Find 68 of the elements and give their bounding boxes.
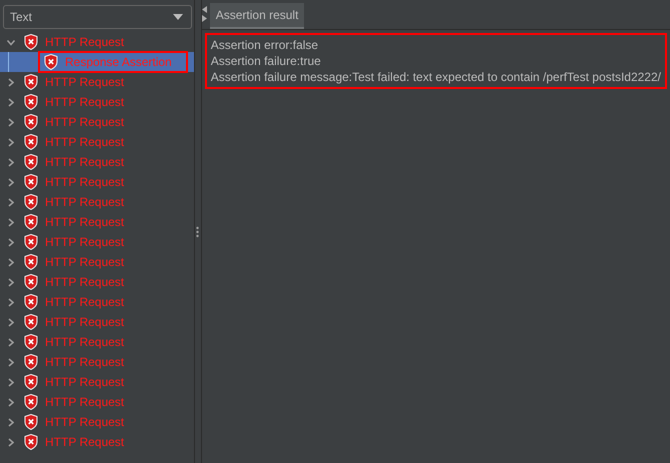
tree-item[interactable]: HTTP Request [20, 133, 128, 151]
chevron-icon[interactable] [8, 298, 14, 306]
splitter-handle-icon[interactable] [196, 226, 200, 238]
chevron-icon[interactable] [8, 158, 14, 166]
chevron-icon[interactable] [8, 118, 14, 126]
tree-item[interactable]: HTTP Request [20, 253, 128, 271]
tree-item[interactable]: HTTP Request [20, 353, 128, 371]
chevron-icon[interactable] [8, 98, 14, 106]
error-shield-icon [44, 54, 58, 70]
chevron-icon[interactable] [8, 418, 14, 426]
error-shield-icon [24, 194, 38, 210]
tree-item[interactable]: HTTP Request [20, 233, 128, 251]
error-shield-icon [24, 334, 38, 350]
result-line: Assertion failure:true [210, 53, 322, 69]
tree-item[interactable]: HTTP Request [20, 293, 128, 311]
error-shield-icon [24, 414, 38, 430]
error-shield-icon [24, 154, 38, 170]
error-shield-icon [24, 134, 38, 150]
chevron-icon[interactable] [8, 318, 14, 326]
error-shield-icon [24, 274, 38, 290]
chevron-icon[interactable] [8, 378, 14, 386]
error-shield-icon [24, 34, 38, 50]
error-shield-icon [24, 174, 38, 190]
tree-item[interactable]: HTTP Request [20, 413, 128, 431]
tree-item[interactable]: HTTP Request [20, 73, 128, 91]
chevron-icon[interactable] [8, 358, 14, 366]
chevron-icon[interactable] [8, 78, 14, 86]
error-shield-icon [24, 114, 38, 130]
view-dropdown[interactable]: Text [3, 5, 192, 29]
error-shield-icon [24, 74, 38, 90]
tab[interactable]: Assertion result [210, 3, 304, 29]
error-shield-icon [24, 254, 38, 270]
error-shield-icon [24, 394, 38, 410]
tree-item[interactable]: HTTP Request [20, 213, 128, 231]
tree-item[interactable]: HTTP Request [20, 153, 128, 171]
error-shield-icon [24, 94, 38, 110]
tree-item[interactable]: HTTP Request [20, 373, 128, 391]
tree-item[interactable]: HTTP Request [20, 313, 128, 331]
tree-item[interactable]: HTTP Request [20, 33, 128, 51]
chevron-icon[interactable] [8, 138, 14, 146]
error-shield-icon [24, 354, 38, 370]
chevron-icon[interactable] [8, 218, 14, 226]
error-shield-icon [24, 294, 38, 310]
error-shield-icon [24, 234, 38, 250]
tree-item[interactable]: HTTP Request [20, 93, 128, 111]
chevron-icon[interactable] [8, 178, 14, 186]
chevron-icon[interactable] [8, 338, 14, 346]
result-line: Assertion failure message:Test failed: text expected to contain /perfTest postsId2222/ [210, 69, 661, 85]
result-line: Assertion error:false [210, 37, 320, 53]
error-shield-icon [24, 314, 38, 330]
tree-item[interactable]: HTTP Request [20, 433, 128, 451]
chevron-icon[interactable] [6, 39, 16, 45]
error-shield-icon [24, 434, 38, 450]
error-shield-icon [24, 214, 38, 230]
chevron-icon[interactable] [8, 238, 14, 246]
chevron-icon[interactable] [8, 278, 14, 286]
tree-item[interactable]: HTTP Request [20, 273, 128, 291]
tree-item[interactable]: HTTP Request [20, 193, 128, 211]
tree-item[interactable]: HTTP Request [20, 333, 128, 351]
tree-item[interactable]: HTTP Request [20, 393, 128, 411]
tree-item[interactable]: HTTP Request [20, 173, 128, 191]
error-shield-icon [24, 374, 38, 390]
caret-icon [172, 14, 183, 20]
chevron-icon[interactable] [8, 438, 14, 446]
chevron-icon[interactable] [8, 398, 14, 406]
tree-item[interactable]: HTTP Request [20, 113, 128, 131]
chevron-icon[interactable] [8, 198, 14, 206]
chevron-icon[interactable] [8, 258, 14, 266]
